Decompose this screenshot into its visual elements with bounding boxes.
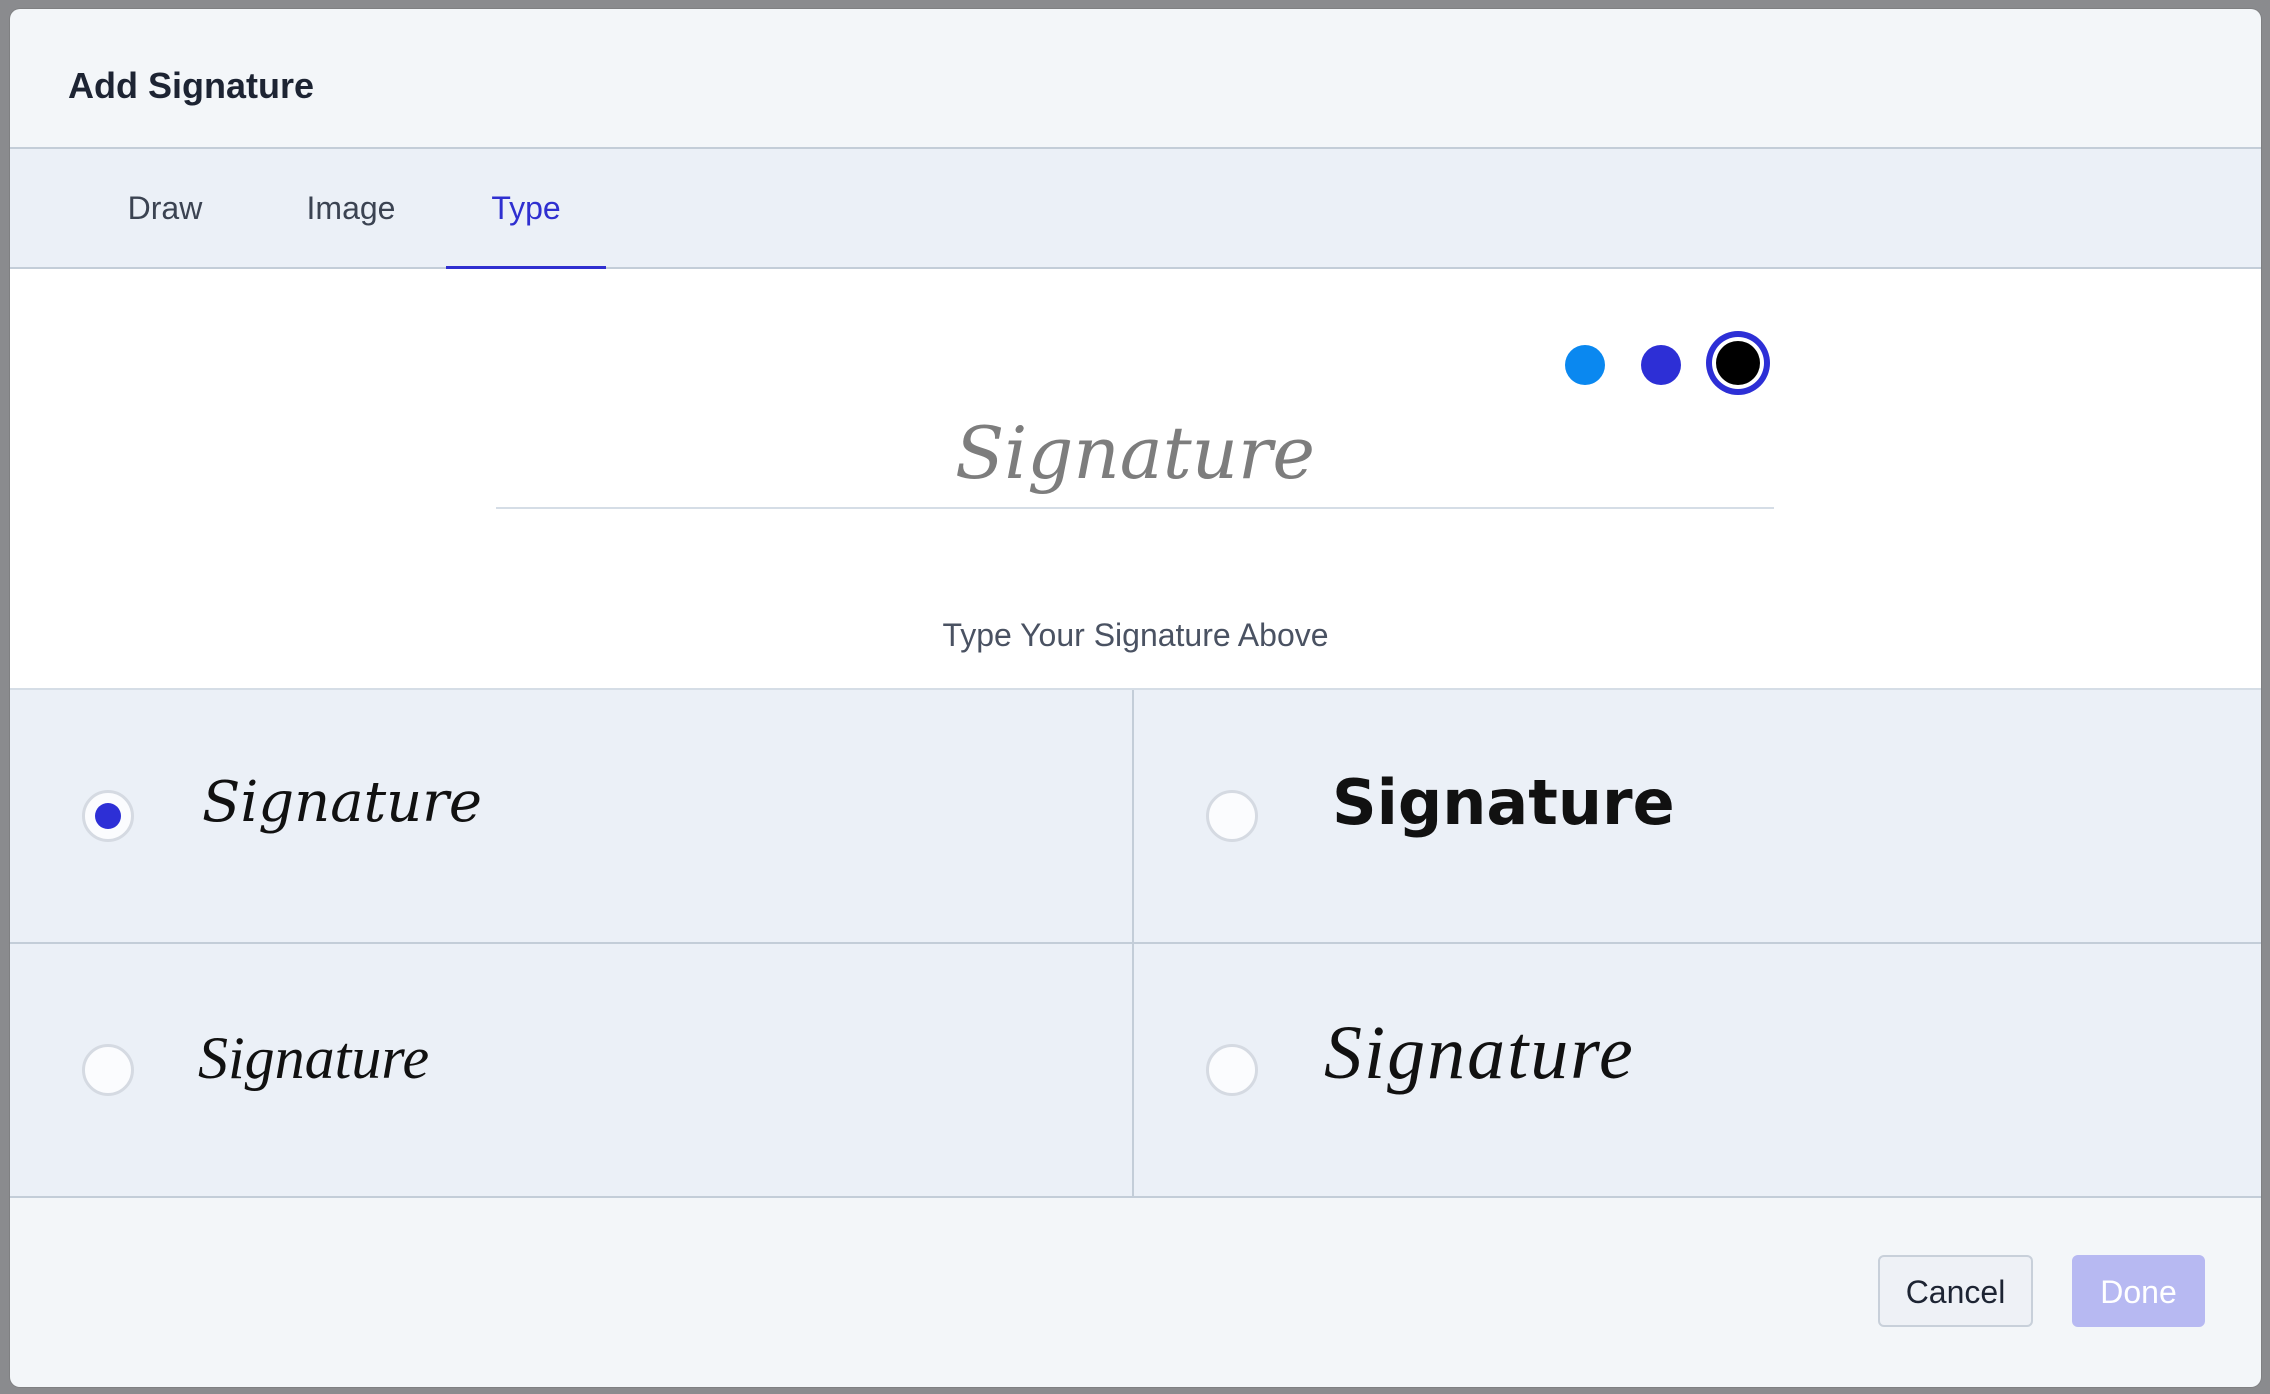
tab-bar: Draw Image Type [10, 149, 2261, 270]
type-signature-panel: Type Your Signature Above [10, 269, 2261, 690]
cancel-button[interactable]: Cancel [1878, 1255, 2033, 1327]
signature-preview: Signature [198, 1025, 430, 1091]
font-option-1[interactable]: Signature [10, 690, 1134, 944]
font-option-radio[interactable] [1206, 790, 1258, 842]
dialog-footer: Cancel Done [10, 1198, 2261, 1381]
tab-image[interactable]: Image [286, 149, 416, 267]
color-swatch-blue[interactable] [1641, 345, 1681, 385]
done-button[interactable]: Done [2072, 1255, 2205, 1327]
tab-draw[interactable]: Draw [100, 149, 230, 267]
color-swatch-light-blue[interactable] [1565, 345, 1605, 385]
add-signature-dialog: Add Signature Draw Image Type Type Your … [10, 9, 2261, 1387]
dialog-header: Add Signature [10, 9, 2261, 149]
font-option-2[interactable]: Signature [1134, 690, 2261, 944]
font-option-4[interactable]: Signature [1134, 944, 2261, 1198]
font-option-radio-selected[interactable] [82, 790, 134, 842]
tab-type[interactable]: Type [446, 149, 606, 267]
font-option-radio[interactable] [1206, 1044, 1258, 1096]
signature-text-input[interactable] [496, 399, 1774, 509]
font-option-3[interactable]: Signature [10, 944, 1134, 1198]
font-option-radio[interactable] [82, 1044, 134, 1096]
signature-preview: Signature [202, 770, 483, 835]
black-dot [1716, 341, 1760, 385]
signature-preview: Signature [1324, 1011, 1635, 1095]
color-swatch-black-selected[interactable] [1706, 331, 1770, 395]
signature-font-options: Signature Signature Signature Signature [10, 690, 2261, 1198]
signature-preview: Signature [1332, 766, 1675, 839]
dialog-title: Add Signature [68, 65, 315, 106]
type-signature-hint: Type Your Signature Above [942, 617, 1329, 653]
